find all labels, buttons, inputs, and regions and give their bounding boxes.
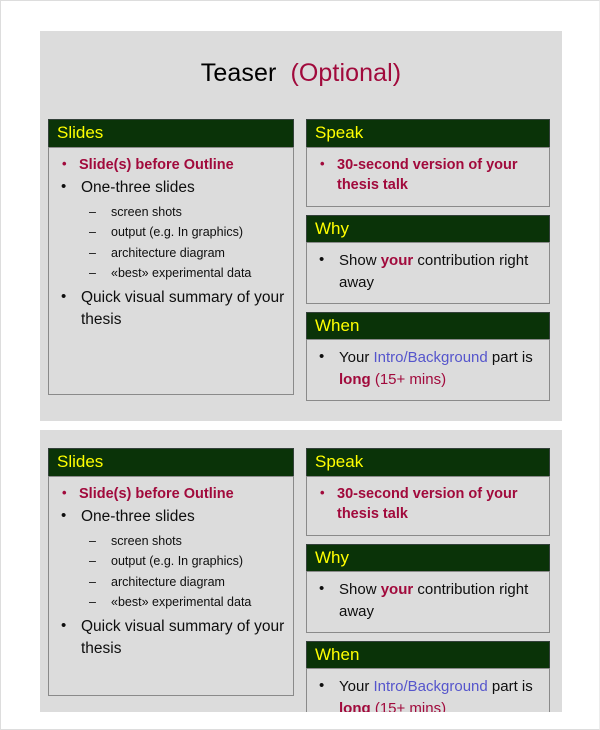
list-item: Slide(s) before Outline [55,484,287,505]
speak-bullet-list: 30-second version of your thesis talk [313,155,543,196]
panel-when-header: When [306,311,550,340]
when-pre: Your [339,349,374,367]
left-column: Slides Slide(s) before Outline One-three… [48,119,294,401]
list-item-label: One-three slides [81,508,195,526]
panel-speak: Speak 30-second version of your thesis t… [306,448,550,536]
list-item: «best» experimental data [81,592,287,613]
panel-when-header: When [306,640,550,669]
list-item: Quick visual summary of your thesis [55,286,287,331]
panel-slides-body: Slide(s) before Outline One-three slides… [48,146,294,395]
slides-bullet-list: Slide(s) before Outline One-three slides… [55,484,287,661]
panel-slides: Slides Slide(s) before Outline One-three… [48,119,294,395]
list-item: «best» experimental data [81,263,287,284]
panel-speak-body: 30-second version of your thesis talk [306,475,550,536]
panel-slides: Slides Slide(s) before Outline One-three… [48,448,294,696]
list-item: Show your contribution right away [313,578,543,622]
panel-speak-header: Speak [306,448,550,476]
when-bullet-list: Your Intro/Background part is long (15+ … [313,675,543,712]
list-item: output (e.g. In graphics) [81,551,287,572]
panel-speak-body: 30-second version of your thesis talk [306,146,550,207]
list-item: Your Intro/Background part is long (15+ … [313,346,543,390]
why-pre: Show [339,252,381,270]
slides-sub-bullet-list: screen shots output (e.g. In graphics) a… [81,202,287,283]
panel-slides-body: Slide(s) before Outline One-three slides… [48,475,294,696]
panel-when: When Your Intro/Background part is long … [306,640,550,712]
when-post: (15+ mins) [370,370,447,388]
slide-title: Teaser (Optional) [40,31,562,88]
list-item-label: One-three slides [81,179,195,197]
slide-title-optional: (Optional) [290,59,402,87]
right-column: Speak 30-second version of your thesis t… [306,448,550,712]
when-mid: part is [487,678,533,696]
panel-why-body: Show your contribution right away [306,571,550,633]
panel-why-body: Show your contribution right away [306,242,550,304]
slide-columns: Slides Slide(s) before Outline One-three… [48,119,554,401]
panel-why: Why Show your contribution right away [306,543,550,633]
list-item: Show your contribution right away [313,249,543,293]
panel-slides-header: Slides [48,448,294,476]
when-mid: part is [487,349,533,367]
list-item: 30-second version of your thesis talk [313,484,543,525]
when-link: Intro/Background [373,349,488,367]
when-pre: Your [339,678,374,696]
speak-bullet-list: 30-second version of your thesis talk [313,484,543,525]
panel-why-header: Why [306,543,550,572]
panel-when-body: Your Intro/Background part is long (15+ … [306,339,550,401]
list-item: screen shots [81,202,287,223]
list-item: 30-second version of your thesis talk [313,155,543,196]
list-item: output (e.g. In graphics) [81,222,287,243]
slide-columns: Slides Slide(s) before Outline One-three… [48,448,554,712]
panel-slides-header: Slides [48,119,294,147]
why-bullet-list: Show your contribution right away [313,249,543,293]
panel-why: Why Show your contribution right away [306,214,550,304]
when-bullet-list: Your Intro/Background part is long (15+ … [313,346,543,390]
slide-title-main: Teaser [200,59,277,87]
when-post: (15+ mins) [370,699,447,712]
when-link: Intro/Background [373,678,488,696]
list-item: architecture diagram [81,243,287,264]
list-item: Quick visual summary of your thesis [55,615,287,660]
when-emphasis: long [339,370,371,388]
why-pre: Show [339,581,381,599]
panel-why-header: Why [306,214,550,243]
list-item: architecture diagram [81,572,287,593]
list-item: screen shots [81,531,287,552]
left-column: Slides Slide(s) before Outline One-three… [48,448,294,712]
panel-when-body: Your Intro/Background part is long (15+ … [306,668,550,712]
slide-preview-2[interactable]: Slides Slide(s) before Outline One-three… [40,430,562,712]
why-bullet-list: Show your contribution right away [313,578,543,622]
right-column: Speak 30-second version of your thesis t… [306,119,550,401]
list-item: One-three slides screen shots output (e.… [55,505,287,612]
panel-when: When Your Intro/Background part is long … [306,311,550,401]
panel-speak: Speak 30-second version of your thesis t… [306,119,550,207]
list-item: Your Intro/Background part is long (15+ … [313,675,543,712]
why-emphasis: your [380,252,414,270]
slides-bullet-list: Slide(s) before Outline One-three slides… [55,155,287,332]
panel-speak-header: Speak [306,119,550,147]
list-item: One-three slides screen shots output (e.… [55,176,287,283]
slides-sub-bullet-list: screen shots output (e.g. In graphics) a… [81,531,287,612]
slide-preview-1[interactable]: Teaser (Optional) Slides Slide(s) before … [40,31,562,421]
list-item: Slide(s) before Outline [55,155,287,176]
when-emphasis: long [339,699,371,712]
why-emphasis: your [380,581,414,599]
